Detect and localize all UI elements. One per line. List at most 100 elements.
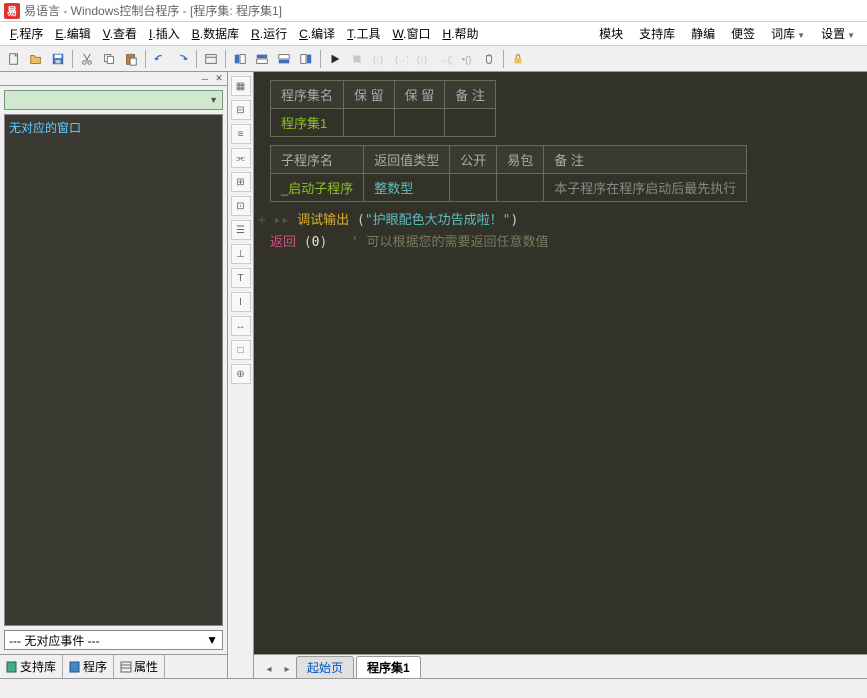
cell-reserved1[interactable] [344,109,395,137]
th-sub-name: 子程序名 [271,146,364,174]
panel-minimize-icon[interactable]: ─ [199,74,211,84]
code-line[interactable]: 返回 (0) ' 可以根据您的需要返回任意数值 [270,232,851,254]
undo-button[interactable] [150,49,170,69]
menu-compile[interactable]: C.编译 [293,23,341,44]
window-title: 易语言 - Windows控制台程序 - [程序集: 程序集1] [24,2,282,19]
tab-nav-next-icon[interactable]: ▸ [278,660,296,678]
table-header-row: 子程序名 返回值类型 公开 易包 备 注 [271,146,747,174]
ts-boxplus-icon[interactable]: ⊞ [231,172,251,192]
cell-remark[interactable]: 本子程序在程序启动后最先执行 [544,174,747,202]
tab-start-page[interactable]: 起始页 [296,656,354,678]
editor-body[interactable]: 程序集名 保 留 保 留 备 注 程序集1 子程序名 返回值类型 公开 [254,72,867,654]
status-bar [0,678,867,698]
new-button[interactable] [4,49,24,69]
tab-support-lib[interactable]: 支持库 [0,655,63,678]
chevron-down-icon: ▼ [209,95,218,105]
save-button[interactable] [48,49,68,69]
window-selector-combo[interactable]: ▼ [4,90,223,110]
svg-text:{↓}: {↓} [373,54,383,64]
cell-return-type[interactable]: 整数型 [364,174,450,202]
ts-square-icon[interactable]: □ [231,340,251,360]
cell-sub-name[interactable]: _启动子程序 [271,174,364,202]
layout2-button[interactable] [252,49,272,69]
menu-run[interactable]: R.运行 [245,23,293,44]
redo-button[interactable] [172,49,192,69]
vertical-tool-strip: ▦ ⊟ ≡ ⫘ ⊞ ⊡ ☰ ⊥ T I ↔ □ ⊕ [228,72,254,678]
subroutine-table: 子程序名 返回值类型 公开 易包 备 注 _启动子程序 整数型 本子程序在程序启… [270,145,747,202]
step-out-button[interactable]: {↑} [413,49,433,69]
cut-button[interactable] [77,49,97,69]
ts-align-icon[interactable]: ⊟ [231,100,251,120]
th-public: 公开 [450,146,497,174]
chevron-down-icon: ▼ [206,633,218,647]
menu-settings[interactable]: 设置▼ [813,23,863,44]
menu-window[interactable]: W.窗口 [387,23,437,44]
stop-button[interactable] [347,49,367,69]
tab-nav-prev-icon[interactable]: ◂ [260,660,278,678]
menu-help[interactable]: H.帮助 [437,23,485,44]
event-selector-text: --- 无对应事件 --- [9,632,100,649]
tree-message: 无对应的窗口 [9,121,81,135]
hand-button[interactable] [479,49,499,69]
tab-program[interactable]: 程序 [63,655,114,678]
run-button[interactable] [325,49,345,69]
cell-public[interactable] [450,174,497,202]
cell-yibao[interactable] [497,174,544,202]
window-button[interactable] [201,49,221,69]
paste-button[interactable] [121,49,141,69]
menu-notes[interactable]: 便签 [723,23,763,44]
menu-program[interactable]: F.程序 [4,23,49,44]
breakpoint-button[interactable]: •{} [457,49,477,69]
menu-database[interactable]: B.数据库 [186,23,245,44]
th-reserved1: 保 留 [344,81,395,109]
menu-dictionary[interactable]: 词库▼ [763,23,813,44]
program-icon [69,661,81,673]
event-selector-combo[interactable]: --- 无对应事件 --- ▼ [4,630,223,650]
component-tree[interactable]: 无对应的窗口 [4,114,223,626]
run-to-cursor-button[interactable]: →{} [435,49,455,69]
svg-text:•{}: •{} [462,54,473,65]
left-panel-tabs: 支持库 程序 属性 [0,654,227,678]
menu-module[interactable]: 模块 [591,23,631,44]
svg-text:→{}: →{} [439,54,452,64]
code-line[interactable]: + ▸▸ 调试输出 ("护眼配色大功告成啦！") [258,210,851,232]
tab-program-set-1[interactable]: 程序集1 [356,656,421,678]
menu-static-compile[interactable]: 静编 [683,23,723,44]
ts-cursor-icon[interactable]: I [231,292,251,312]
panel-close-icon[interactable]: ✕ [213,74,225,84]
layout4-button[interactable] [296,49,316,69]
step-into-button[interactable]: {↓} [369,49,389,69]
copy-button[interactable] [99,49,119,69]
ts-more-icon[interactable]: ⊕ [231,364,251,384]
ts-hlines-icon[interactable]: ☰ [231,220,251,240]
menu-view[interactable]: V.查看 [97,23,143,44]
step-over-button[interactable]: {→} [391,49,411,69]
ts-text-icon[interactable]: T [231,268,251,288]
table-row[interactable]: 程序集1 [271,109,496,137]
cell-reserved2[interactable] [394,109,445,137]
menu-tools[interactable]: T.工具 [341,23,386,44]
ts-grid-icon[interactable]: ▦ [231,76,251,96]
menu-support-lib[interactable]: 支持库 [631,23,683,44]
th-remark: 备 注 [445,81,496,109]
table-header-row: 程序集名 保 留 保 留 备 注 [271,81,496,109]
menu-edit[interactable]: E.编辑 [49,23,96,44]
cell-remark[interactable] [445,109,496,137]
table-row[interactable]: _启动子程序 整数型 本子程序在程序启动后最先执行 [271,174,747,202]
ts-vert-icon[interactable]: ⊥ [231,244,251,264]
layout1-button[interactable] [230,49,250,69]
lock-button[interactable] [508,49,528,69]
menu-insert[interactable]: I.插入 [143,23,186,44]
ts-bars-icon[interactable]: ≡ [231,124,251,144]
th-yibao: 易包 [497,146,544,174]
layout3-button[interactable] [274,49,294,69]
tab-properties[interactable]: 属性 [114,655,165,678]
ts-link-icon[interactable]: ⫘ [231,148,251,168]
open-button[interactable] [26,49,46,69]
cell-set-name[interactable]: 程序集1 [271,109,344,137]
ts-arrows-icon[interactable]: ↔ [231,316,251,336]
fold-indicator-icon[interactable]: + ▸▸ [258,213,297,228]
ts-boxdot-icon[interactable]: ⊡ [231,196,251,216]
code-number: 0 [312,235,320,250]
code-string: "护眼配色大功告成啦！" [365,213,511,228]
